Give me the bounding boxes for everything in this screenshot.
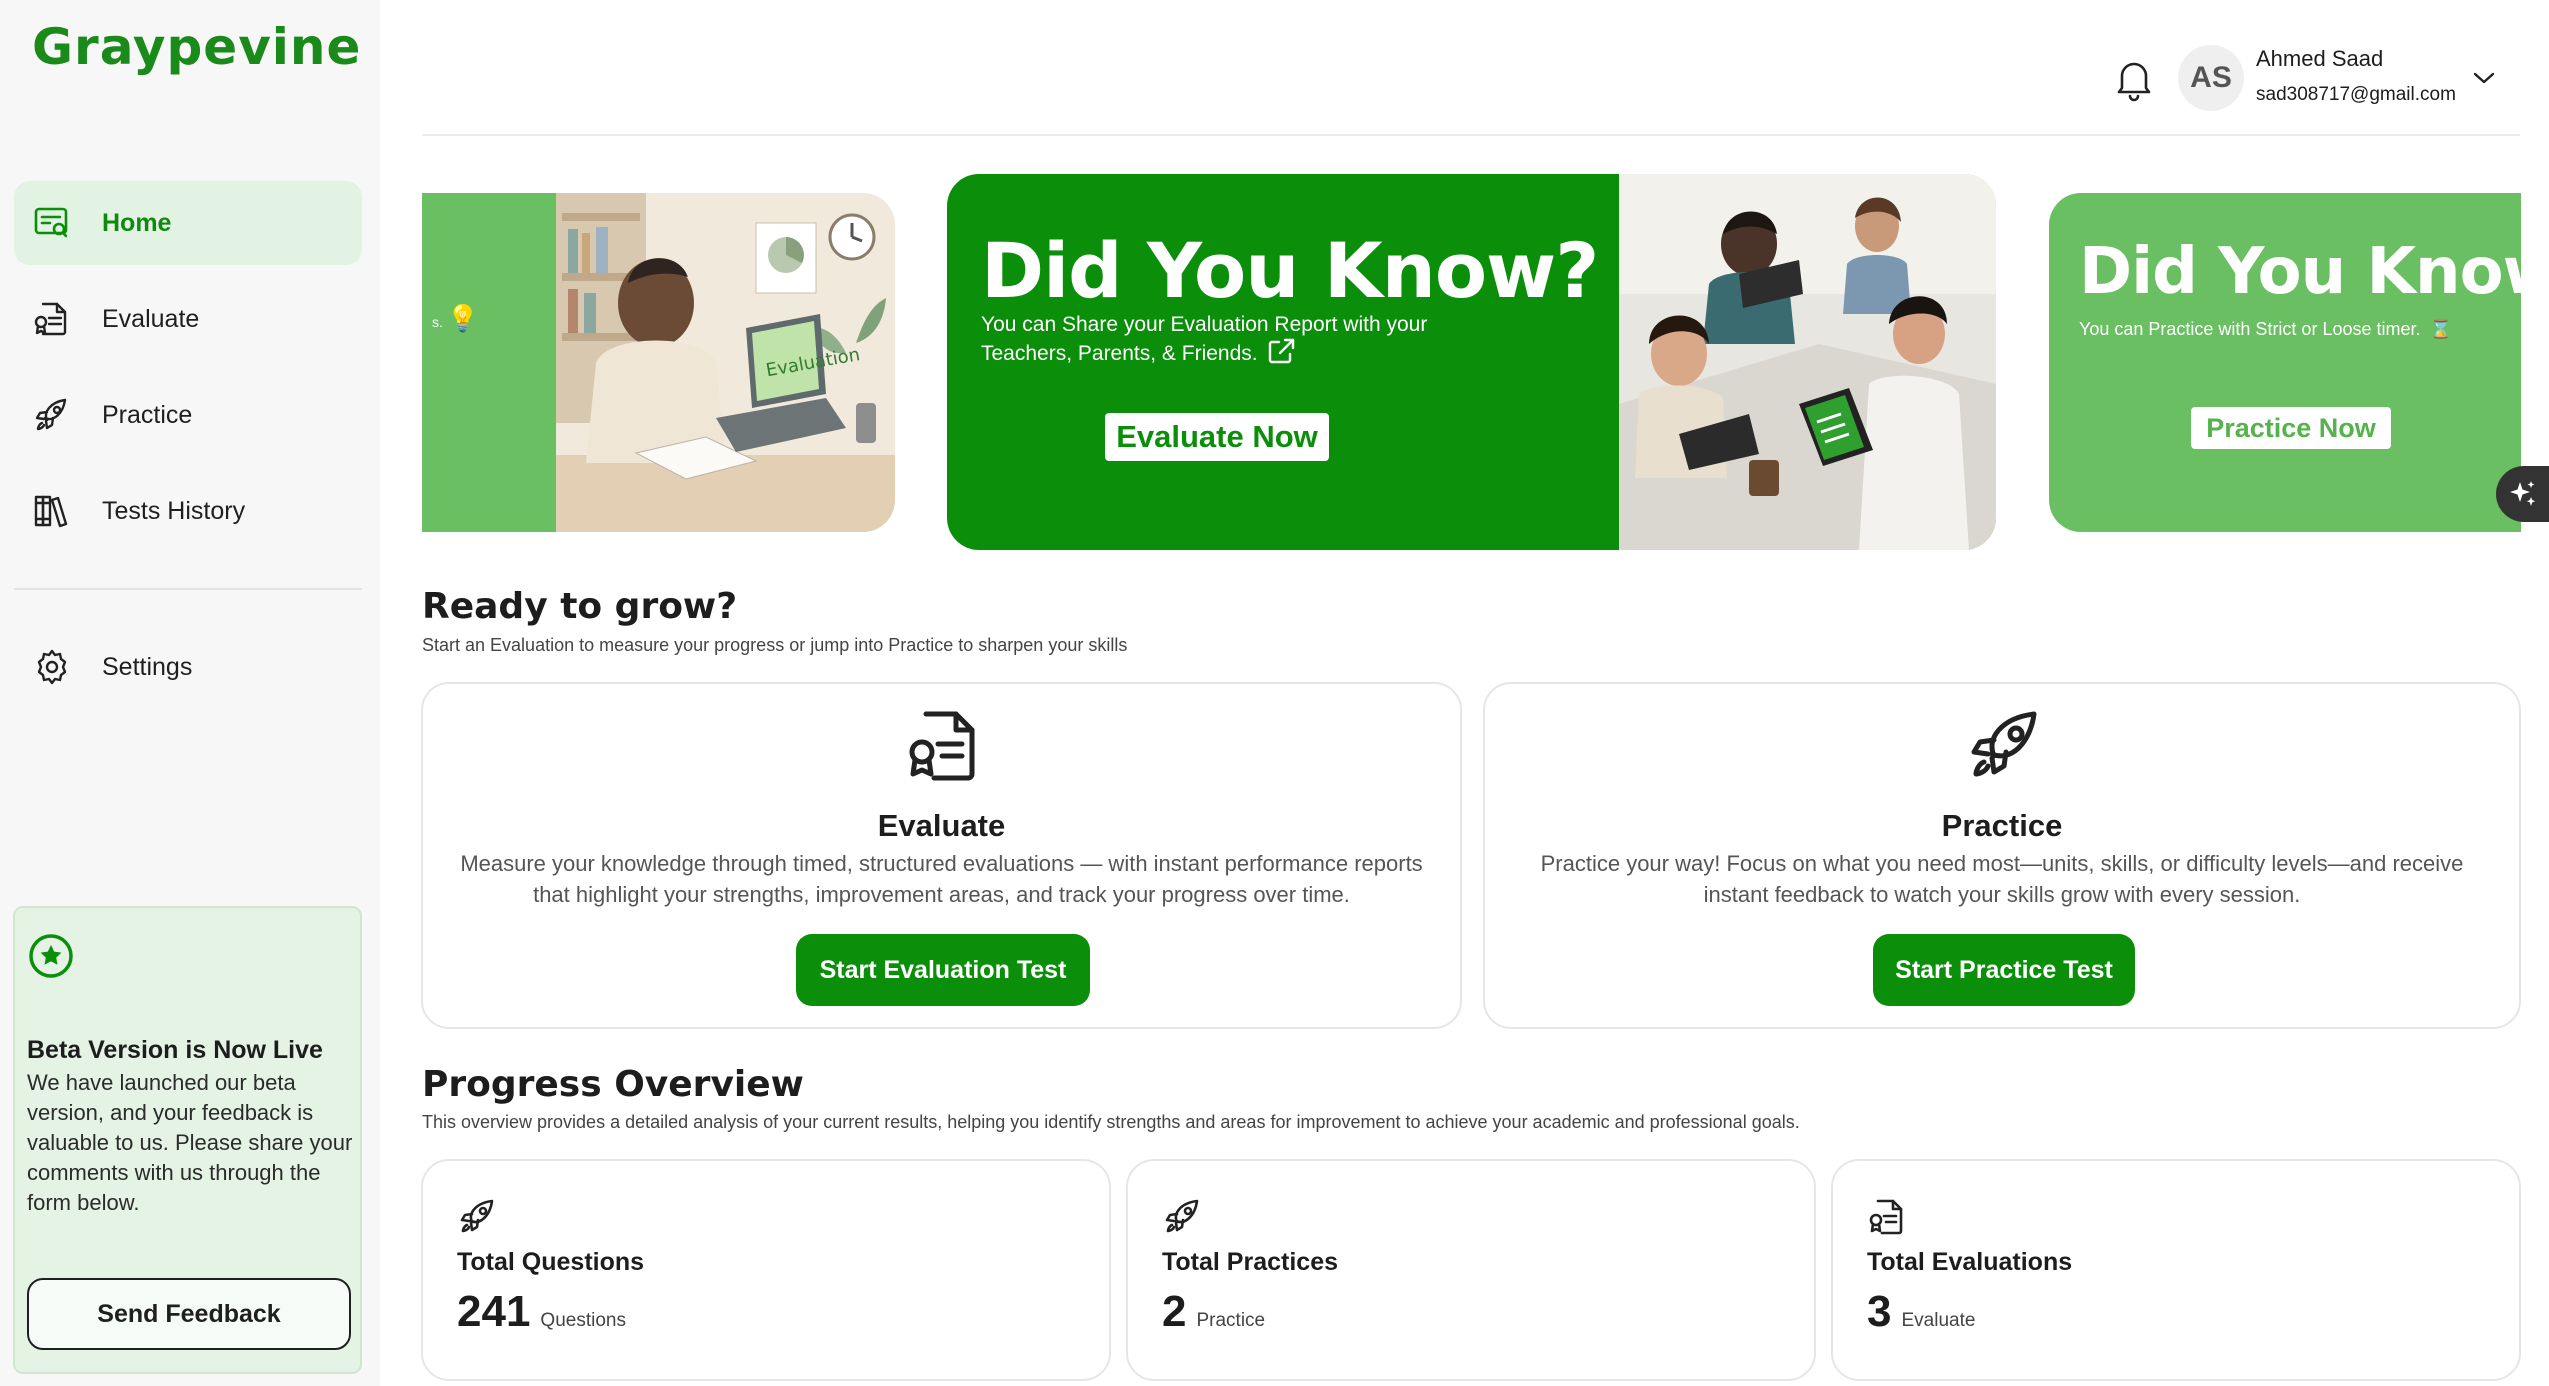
banner-title: Did You Know?	[981, 226, 1599, 315]
avatar[interactable]: AS	[2178, 45, 2244, 111]
banner-practice-timer[interactable]: Did You Know? You can Practice with Stri…	[2049, 193, 2521, 532]
sidebar: Graypevine Home Evaluate Practice Tests …	[0, 0, 380, 1386]
chevron-down-icon[interactable]	[2472, 70, 2496, 86]
banner-title: Did You Know?	[2079, 235, 2521, 309]
sidebar-item-practice[interactable]: Practice	[14, 373, 362, 457]
banner-evaluation-illustration[interactable]: s. 💡 Evaluation	[422, 193, 895, 532]
notification-bell-icon[interactable]	[2114, 58, 2154, 102]
stat-unit: Practice	[1196, 1310, 1266, 1331]
banner-text: You can Share your Evaluation Report wit…	[981, 312, 1501, 371]
evaluate-doc-icon	[904, 706, 984, 786]
start-practice-button[interactable]: Start Practice Test	[1873, 934, 2135, 1006]
stat-card-total-questions: Total Questions 241 Questions	[421, 1159, 1111, 1381]
students-tablet-photo	[1619, 174, 1996, 550]
ready-section-subtitle: Start an Evaluation to measure your prog…	[422, 635, 1128, 655]
beta-text: We have launched our beta version, and y…	[27, 1070, 353, 1215]
stat-label: Total Practices	[1162, 1248, 1339, 1276]
home-report-icon	[32, 203, 72, 243]
beta-title: Beta Version is Now Live	[27, 1036, 323, 1064]
sidebar-item-label: Home	[102, 208, 172, 237]
books-icon	[32, 491, 72, 531]
share-icon	[1267, 338, 1295, 371]
evaluate-card: Evaluate Measure your knowledge through …	[421, 682, 1462, 1029]
star-badge-icon	[27, 932, 75, 980]
sidebar-item-label: Settings	[102, 652, 193, 681]
banner-text: You can Practice with Strict or Loose ti…	[2079, 319, 2452, 339]
practice-card-title: Practice	[1941, 808, 2063, 843]
stat-label: Total Questions	[457, 1248, 645, 1276]
stat-card-total-practices: Total Practices 2 Practice	[1126, 1159, 1816, 1381]
lightbulb-icon: s. 💡	[432, 303, 480, 333]
evaluate-doc-icon	[32, 299, 72, 339]
start-evaluation-button[interactable]: Start Evaluation Test	[796, 934, 1090, 1006]
stat-label: Total Evaluations	[1867, 1248, 2073, 1276]
evaluate-card-title: Evaluate	[877, 808, 1006, 843]
progress-section-title: Progress Overview	[422, 1064, 804, 1105]
sidebar-item-evaluate[interactable]: Evaluate	[14, 277, 362, 361]
beta-notice-card: Beta Version is Now Live We have launche…	[13, 906, 362, 1374]
rocket-icon	[457, 1197, 497, 1237]
ai-assistant-sparkle-icon[interactable]	[2496, 466, 2549, 522]
stat-unit: Questions	[540, 1310, 626, 1331]
sidebar-item-home[interactable]: Home	[14, 181, 362, 265]
rocket-icon	[1162, 1197, 1202, 1237]
banner-green-strip: s. 💡	[422, 193, 556, 532]
practice-card-text: Practice your way! Focus on what you nee…	[1540, 851, 2464, 907]
stat-value: 2 Practice	[1162, 1287, 1266, 1336]
evaluate-now-button[interactable]: Evaluate Now	[1105, 413, 1329, 461]
app-logo[interactable]: Graypevine	[32, 18, 361, 76]
stat-value: 241 Questions	[457, 1287, 626, 1336]
practice-card: Practice Practice your way! Focus on wha…	[1483, 682, 2521, 1029]
user-email: sad308717@gmail.com	[2256, 84, 2456, 105]
rocket-icon	[1964, 706, 2044, 786]
rocket-icon	[32, 395, 72, 435]
sidebar-item-tests-history[interactable]: Tests History	[14, 469, 362, 553]
evaluate-doc-icon	[1867, 1197, 1907, 1237]
sidebar-nav: Home Evaluate Practice Tests History	[14, 181, 362, 565]
sidebar-item-label: Tests History	[102, 496, 246, 525]
ready-section-title: Ready to grow?	[422, 586, 738, 627]
sidebar-item-label: Practice	[102, 400, 193, 429]
banner-share-report[interactable]: Did You Know? You can Share your Evaluat…	[947, 174, 1996, 550]
send-feedback-button[interactable]: Send Feedback	[27, 1278, 351, 1350]
hourglass-icon: ⌛	[2429, 319, 2452, 339]
sidebar-item-label: Evaluate	[102, 304, 200, 333]
header-divider	[422, 134, 2520, 136]
gear-icon	[32, 647, 72, 687]
progress-section-subtitle: This overview provides a detailed analys…	[422, 1112, 1800, 1132]
stat-card-total-evaluations: Total Evaluations 3 Evaluate	[1831, 1159, 2521, 1381]
evaluate-card-text: Measure your knowledge through timed, st…	[460, 851, 1423, 907]
sidebar-item-settings[interactable]: Settings	[14, 625, 362, 709]
practice-now-button[interactable]: Practice Now	[2191, 407, 2391, 449]
user-name: Ahmed Saad	[2256, 46, 2384, 71]
stat-value: 3 Evaluate	[1867, 1287, 1976, 1336]
student-laptop-illustration: Evaluation	[556, 193, 895, 532]
stat-unit: Evaluate	[1901, 1310, 1976, 1331]
sidebar-divider	[14, 588, 362, 590]
